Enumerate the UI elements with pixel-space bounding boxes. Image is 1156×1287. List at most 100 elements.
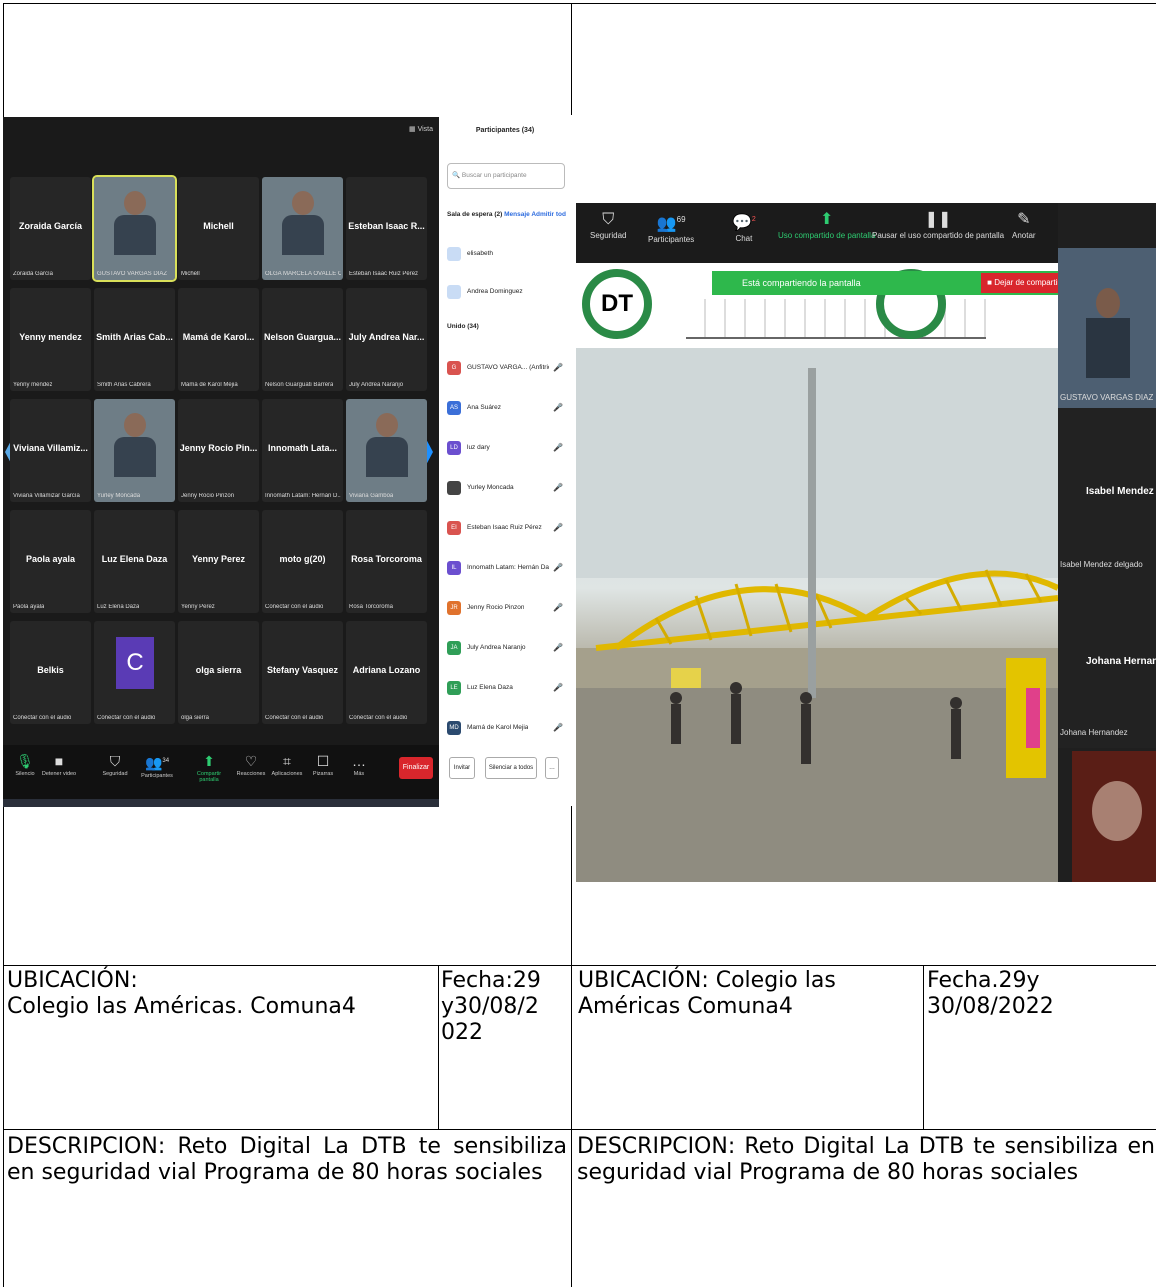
muted-mic-icon: 🎤: [553, 723, 563, 732]
participant-tile[interactable]: olga sierra olga sierra: [178, 621, 259, 724]
view-button[interactable]: ▦ Vista: [409, 125, 433, 133]
more-options-button[interactable]: …: [545, 757, 559, 779]
avatar: [124, 413, 146, 437]
tile-name: olga sierra: [195, 665, 242, 675]
admit-all-link[interactable]: Admitir tod: [531, 211, 566, 218]
tile-label: Jenny Rocio Pinzon: [181, 493, 235, 499]
tile-name: Stefany Vasquez: [266, 665, 339, 675]
participant-tile[interactable]: Yurley Moncada: [94, 399, 175, 502]
end-meeting-button[interactable]: Finalizar: [399, 757, 433, 779]
participant-tile[interactable]: Viviana Gamboa: [346, 399, 427, 502]
participant-list-item[interactable]: IL Innomath Latam: Hernán Dario ... 🎤: [447, 559, 571, 579]
joined-header: Unido (34): [447, 323, 479, 330]
pause-icon: ❚❚: [924, 211, 952, 228]
message-link[interactable]: Mensaje: [504, 211, 530, 218]
participant-tile[interactable]: Innomath Lata... Innomath Latam: Hernán D…: [262, 399, 343, 502]
table-cell-divider: [438, 965, 439, 1129]
participant-tile[interactable]: Viviana Villamiz... Viviana Villamizar Ga…: [10, 399, 91, 502]
annotate-button[interactable]: ✎ Anotar: [1012, 209, 1036, 240]
waiting-room-header: Sala de espera (2) Mensaje Admitir tod: [447, 211, 566, 218]
gallery-view: ▦ Vista Zoraida García Zoraida García GUST…: [3, 117, 439, 807]
waiting-participant[interactable]: Andrea Dominguez: [447, 283, 571, 303]
participant-tile[interactable]: Adriana Lozano Conectar con el audio: [346, 621, 427, 724]
participant-tile[interactable]: Smith Arias Cab... Smith Arias Cabrera: [94, 288, 175, 391]
participant-list-item[interactable]: G GUSTAVO VARGA... (Anfitrión, yo) 🎤: [447, 359, 571, 379]
tile-label: Yurley Moncada: [97, 493, 141, 499]
participant-list-item[interactable]: JR Jenny Rocio Pinzon 🎤: [447, 599, 571, 619]
participant-list-item[interactable]: LE Luz Elena Daza 🎤: [447, 679, 571, 699]
video-isabel: Isabel Mendez d Isabel Mendez delgado: [1058, 408, 1156, 578]
avatar: IL: [447, 561, 461, 575]
participant-name: Jenny Rocio Pinzon: [467, 604, 525, 611]
participant-tile[interactable]: Michell Michell: [178, 177, 259, 280]
participant-tile[interactable]: Belkis Conectar con el audio: [10, 621, 91, 724]
participant-search-input[interactable]: 🔍 Buscar un participante: [447, 163, 565, 189]
participant-tile[interactable]: OLGA MARCELA OVALLE C...: [262, 177, 343, 280]
participant-tile[interactable]: Stefany Vasquez Conectar con el audio: [262, 621, 343, 724]
video-johana: Johana Hernanc Johana Hernandez: [1058, 578, 1156, 748]
participant-tile[interactable]: GUSTAVO VARGAS DIAZ: [92, 175, 177, 282]
tile-name: Yenny mendez: [19, 332, 82, 342]
stop-sharing-button[interactable]: ■ Dejar de compartir: [981, 273, 1066, 293]
participant-list-item[interactable]: EI Esteban Isaac Ruiz Pérez 🎤: [447, 519, 571, 539]
participant-tile[interactable]: moto g(20) Conectar con el audio: [262, 510, 343, 613]
participant-list-item[interactable]: LD luz dary 🎤: [447, 439, 571, 459]
participant-tile[interactable]: Jenny Rocio Pin... Jenny Rocio Pinzon: [178, 399, 259, 502]
share-screen-button[interactable]: ⬆ Compartir pantalla: [187, 751, 231, 783]
participant-name: Luz Elena Daza: [467, 684, 513, 691]
security-button[interactable]: ⛉ Seguridad: [93, 751, 137, 777]
security-button[interactable]: ⛉ Seguridad: [590, 209, 626, 240]
stop-video-button[interactable]: ■ Detener video: [37, 751, 81, 777]
participant-tile[interactable]: July Andrea Nar... July Andrea Naranjo: [346, 288, 427, 391]
participant-tile[interactable]: C Conectar con el audio: [94, 621, 175, 724]
tile-label: Conectar con el audio: [265, 604, 324, 610]
chat-icon: 💬2: [732, 214, 756, 232]
avatar: EI: [447, 521, 461, 535]
muted-mic-icon: 🎤: [553, 363, 563, 372]
left-date: Fecha:29: [441, 968, 541, 993]
avatar: [366, 437, 408, 477]
participant-tile[interactable]: Nelson Guargua... Nelson Guarguati Barrer…: [262, 288, 343, 391]
participant-tile[interactable]: Yenny mendez Yenny mendez: [10, 288, 91, 391]
more-button[interactable]: … Más: [337, 751, 381, 777]
avatar: [447, 285, 461, 299]
pause-share-button[interactable]: ❚❚ Pausar el uso compartido de pantalla: [872, 209, 1004, 240]
participant-tile[interactable]: Mamá de Karol... Mamá de Karol Mejia: [178, 288, 259, 391]
more-icon: …: [352, 753, 366, 769]
tile-label: Conectar con el audio: [97, 715, 156, 721]
tile-name: Yenny Perez: [191, 554, 246, 564]
waiting-participant[interactable]: elisabeth: [447, 245, 571, 265]
zoom-toolbar: 🎙 Silencio ■ Detener video ⛉ Seguridad 👥34 P…: [3, 745, 439, 807]
tile-label: Paola ayala: [13, 604, 45, 610]
screen-share-screenshot: ⛉ Seguridad 👥69 Participantes 💬2 Chat ⬆ Uso …: [576, 203, 1156, 882]
invite-button[interactable]: Invitar: [449, 757, 475, 779]
participant-list-item[interactable]: AS Ana Suárez 🎤: [447, 399, 571, 419]
muted-mic-icon: 🎤: [553, 603, 563, 612]
avatar: [114, 215, 156, 255]
muted-mic-icon: 🎤: [553, 443, 563, 452]
participant-list-item[interactable]: Yurley Moncada 🎤: [447, 479, 571, 499]
muted-mic-icon: 🎤: [553, 483, 563, 492]
dtb-logo-icon: DT: [582, 269, 652, 339]
participants-button[interactable]: 👥34 Participantes: [135, 751, 179, 779]
participant-list-item[interactable]: JA July Andrea Naranjo 🎤: [447, 639, 571, 659]
avatar: LD: [447, 441, 461, 455]
tile-label: Smith Arias Cabrera: [97, 382, 151, 388]
participant-tile[interactable]: Paola ayala Paola ayala: [10, 510, 91, 613]
avatar: AS: [447, 401, 461, 415]
participant-tile[interactable]: Zoraida García Zoraida García: [10, 177, 91, 280]
participant-tile[interactable]: Rosa Torcoroma Rosa Torcoroma: [346, 510, 427, 613]
tile-label: Zoraida García: [13, 271, 54, 277]
video-gustavo: GUSTAVO VARGAS DIAZ: [1058, 248, 1156, 408]
muted-mic-icon: 🎤: [553, 563, 563, 572]
tile-name: Adriana Lozano: [352, 665, 421, 675]
participant-list-item[interactable]: MD Mamá de Karol Mejia 🎤: [447, 719, 571, 739]
share-screen-button[interactable]: ⬆ Uso compartido de pantalla: [778, 209, 875, 240]
chat-button[interactable]: 💬2 Chat: [732, 209, 756, 243]
participant-tile[interactable]: Yenny Perez Yenny Perez: [178, 510, 259, 613]
participants-button[interactable]: 👥69 Participantes: [648, 209, 694, 244]
tile-label: olga sierra: [181, 715, 210, 721]
participant-tile[interactable]: Esteban Isaac R... Esteban Isaac Ruiz Pér…: [346, 177, 427, 280]
mute-all-button[interactable]: Silenciar a todos: [485, 757, 537, 779]
participant-tile[interactable]: Luz Elena Daza Luz Elena Daza: [94, 510, 175, 613]
